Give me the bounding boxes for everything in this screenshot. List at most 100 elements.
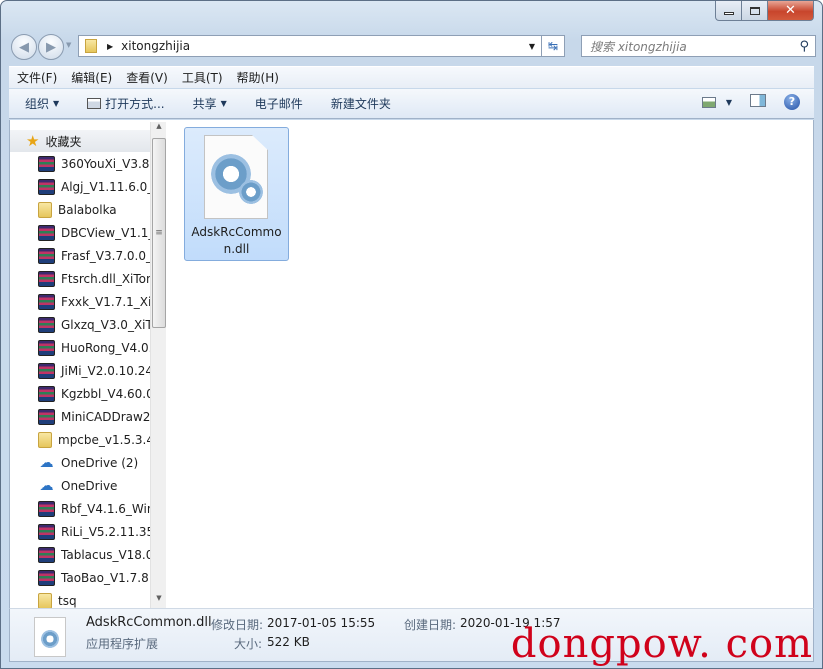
tree-item[interactable]: tsq xyxy=(38,590,158,608)
tree-item-label: RiLi_V5.2.11.354 xyxy=(61,525,158,539)
file-name-text: AdskRcCommon.dll xyxy=(191,225,282,256)
folder-icon xyxy=(85,39,97,53)
window-icon xyxy=(87,98,102,109)
details-file-name: AdskRcCommon.dll xyxy=(86,615,212,630)
folder-icon xyxy=(38,202,52,218)
menu-file[interactable]: 文件(F) xyxy=(17,69,57,86)
navigation-pane: ★ 收藏夹 360YouXi_V3.8.7 Algj_V1.11.6.0_X Bal… xyxy=(10,120,166,608)
address-bar[interactable]: ▶ xitongzhijia ▼ xyxy=(78,35,542,57)
gear-icon xyxy=(41,630,59,648)
content-area: ★ 收藏夹 360YouXi_V3.8.7 Algj_V1.11.6.0_X Bal… xyxy=(9,120,814,608)
dll-file-icon xyxy=(204,135,268,219)
command-bar: 组织 ▼ 打开方式... 共享 ▼ 电子邮件 新建文件夹 ▼ ? xyxy=(9,89,814,119)
tree-item[interactable]: Rbf_V4.1.6_Win8 xyxy=(38,498,158,520)
tree-item[interactable]: Tablacus_V18.0 xyxy=(38,544,158,566)
archive-icon xyxy=(38,271,55,287)
size-value: 522 KB xyxy=(267,635,310,649)
preview-pane-icon xyxy=(750,94,766,107)
view-controls: ▼ ? xyxy=(701,94,800,110)
tree-item[interactable]: Glxzq_V3.0_XiTo xyxy=(38,314,158,336)
onedrive-cloud-icon: ☁ xyxy=(39,478,54,494)
new-folder-button[interactable]: 新建文件夹 xyxy=(331,95,391,112)
menu-help[interactable]: 帮助(H) xyxy=(237,69,279,86)
created-label: 创建日期: xyxy=(404,618,457,632)
tree-item-label: mpcbe_v1.5.3.4 xyxy=(58,433,154,447)
tree-item[interactable]: Ftsrch.dll_XiTon xyxy=(38,268,158,290)
forward-button[interactable]: ▶ xyxy=(38,34,64,60)
change-view-button[interactable]: ▼ xyxy=(701,96,732,108)
tree-item[interactable]: DBCView_V1.1_X xyxy=(38,222,158,244)
share-button[interactable]: 共享 ▼ xyxy=(193,95,227,112)
menu-view[interactable]: 查看(V) xyxy=(126,69,168,86)
recent-pages-dropdown[interactable]: ▼ xyxy=(66,41,71,49)
file-item[interactable]: AdskRcCommon.dll xyxy=(184,127,289,261)
tree-item[interactable]: Balabolka xyxy=(38,199,158,221)
tree-item[interactable]: Kgzbbl_V4.60.0 xyxy=(38,383,158,405)
tree-item-label: Tablacus_V18.0 xyxy=(61,548,154,562)
archive-icon xyxy=(38,363,55,379)
help-icon: ? xyxy=(784,94,800,110)
archive-icon xyxy=(38,570,55,586)
search-input[interactable]: 搜索 xitongzhijia ⚲ xyxy=(581,35,816,57)
search-icon[interactable]: ⚲ xyxy=(799,39,809,54)
scroll-up-icon[interactable]: ▲ xyxy=(151,122,166,136)
tree-item[interactable]: RiLi_V5.2.11.354 xyxy=(38,521,158,543)
refresh-icon: ↹ xyxy=(547,39,559,53)
address-path[interactable]: xitongzhijia xyxy=(121,39,190,53)
size-label: 大小: xyxy=(234,637,263,651)
tree-item-label: HuoRong_V4.0. xyxy=(61,341,153,355)
archive-icon xyxy=(38,294,55,310)
menu-edit[interactable]: 编辑(E) xyxy=(71,69,112,86)
help-button[interactable]: ? xyxy=(784,94,800,110)
close-button[interactable]: ✕ xyxy=(768,1,814,21)
tree-item[interactable]: TaoBao_V1.7.8. xyxy=(38,567,158,589)
tree-item[interactable]: ☁ OneDrive xyxy=(38,475,158,497)
scroll-thumb[interactable]: ≡ xyxy=(152,138,166,328)
tree-item-label: 360YouXi_V3.8.7 xyxy=(61,157,158,171)
tree-item[interactable]: Frasf_V3.7.0.0_X xyxy=(38,245,158,267)
organize-button[interactable]: 组织 ▼ xyxy=(25,95,59,112)
file-thumbnail xyxy=(34,617,66,657)
email-button[interactable]: 电子邮件 xyxy=(255,95,303,112)
open-with-button[interactable]: 打开方式... xyxy=(87,95,165,112)
navigation-bar: ◀ ▶ ▼ ▶ xitongzhijia ▼ ↹ 搜索 xitongzhijia… xyxy=(9,31,816,61)
archive-icon xyxy=(38,386,55,402)
preview-pane-button[interactable] xyxy=(750,94,766,110)
tree-item-label: Balabolka xyxy=(58,203,117,217)
tree-item-label: Frasf_V3.7.0.0_X xyxy=(61,249,158,263)
forward-arrow-icon: ▶ xyxy=(46,39,56,55)
menu-tools[interactable]: 工具(T) xyxy=(182,69,223,86)
tree-item[interactable]: MiniCADDraw20 xyxy=(38,406,158,428)
tree-item[interactable]: JiMi_V2.0.10.24_ xyxy=(38,360,158,382)
maximize-button[interactable] xyxy=(742,1,768,21)
tree-item[interactable]: HuoRong_V4.0. xyxy=(38,337,158,359)
tree-item[interactable]: Fxxk_V1.7.1_XiT xyxy=(38,291,158,313)
email-label: 电子邮件 xyxy=(254,97,303,111)
breadcrumb-arrow-icon[interactable]: ▶ xyxy=(107,42,113,51)
chevron-down-icon: ▼ xyxy=(725,97,732,107)
tree-item-label: OneDrive xyxy=(61,479,118,493)
back-button[interactable]: ◀ xyxy=(11,34,37,60)
navigation-scrollbar[interactable]: ▲ ≡ ▼ xyxy=(150,122,166,608)
tree-item[interactable]: mpcbe_v1.5.3.4 xyxy=(38,429,158,451)
folder-icon xyxy=(38,432,52,448)
tree-item[interactable]: 360YouXi_V3.8.7 xyxy=(38,153,158,175)
onedrive-cloud-icon: ☁ xyxy=(39,455,54,471)
tree-item[interactable]: Algj_V1.11.6.0_X xyxy=(38,176,158,198)
scroll-down-icon[interactable]: ▼ xyxy=(151,594,166,608)
chevron-down-icon: ▼ xyxy=(220,99,227,108)
tree-item-label: tsq xyxy=(58,594,77,608)
details-file-type: 应用程序扩展 xyxy=(86,637,159,651)
refresh-button[interactable]: ↹ xyxy=(541,35,565,57)
tree-item[interactable]: ☁ OneDrive (2) xyxy=(38,452,158,474)
address-dropdown-icon[interactable]: ▼ xyxy=(529,42,535,51)
menu-bar: 文件(F) 编辑(E) 查看(V) 工具(T) 帮助(H) xyxy=(9,66,814,88)
tree-item-label: Rbf_V4.1.6_Win8 xyxy=(61,502,158,516)
caption-buttons: ✕ xyxy=(715,1,814,21)
maximize-icon xyxy=(749,6,760,15)
minimize-button[interactable] xyxy=(715,1,742,21)
tree-item-label: JiMi_V2.0.10.24_ xyxy=(61,364,158,378)
tree-item-label: Kgzbbl_V4.60.0 xyxy=(61,387,154,401)
open-with-label: 打开方式... xyxy=(105,97,165,111)
tree-item-favorites[interactable]: ★ 收藏夹 xyxy=(10,130,158,152)
